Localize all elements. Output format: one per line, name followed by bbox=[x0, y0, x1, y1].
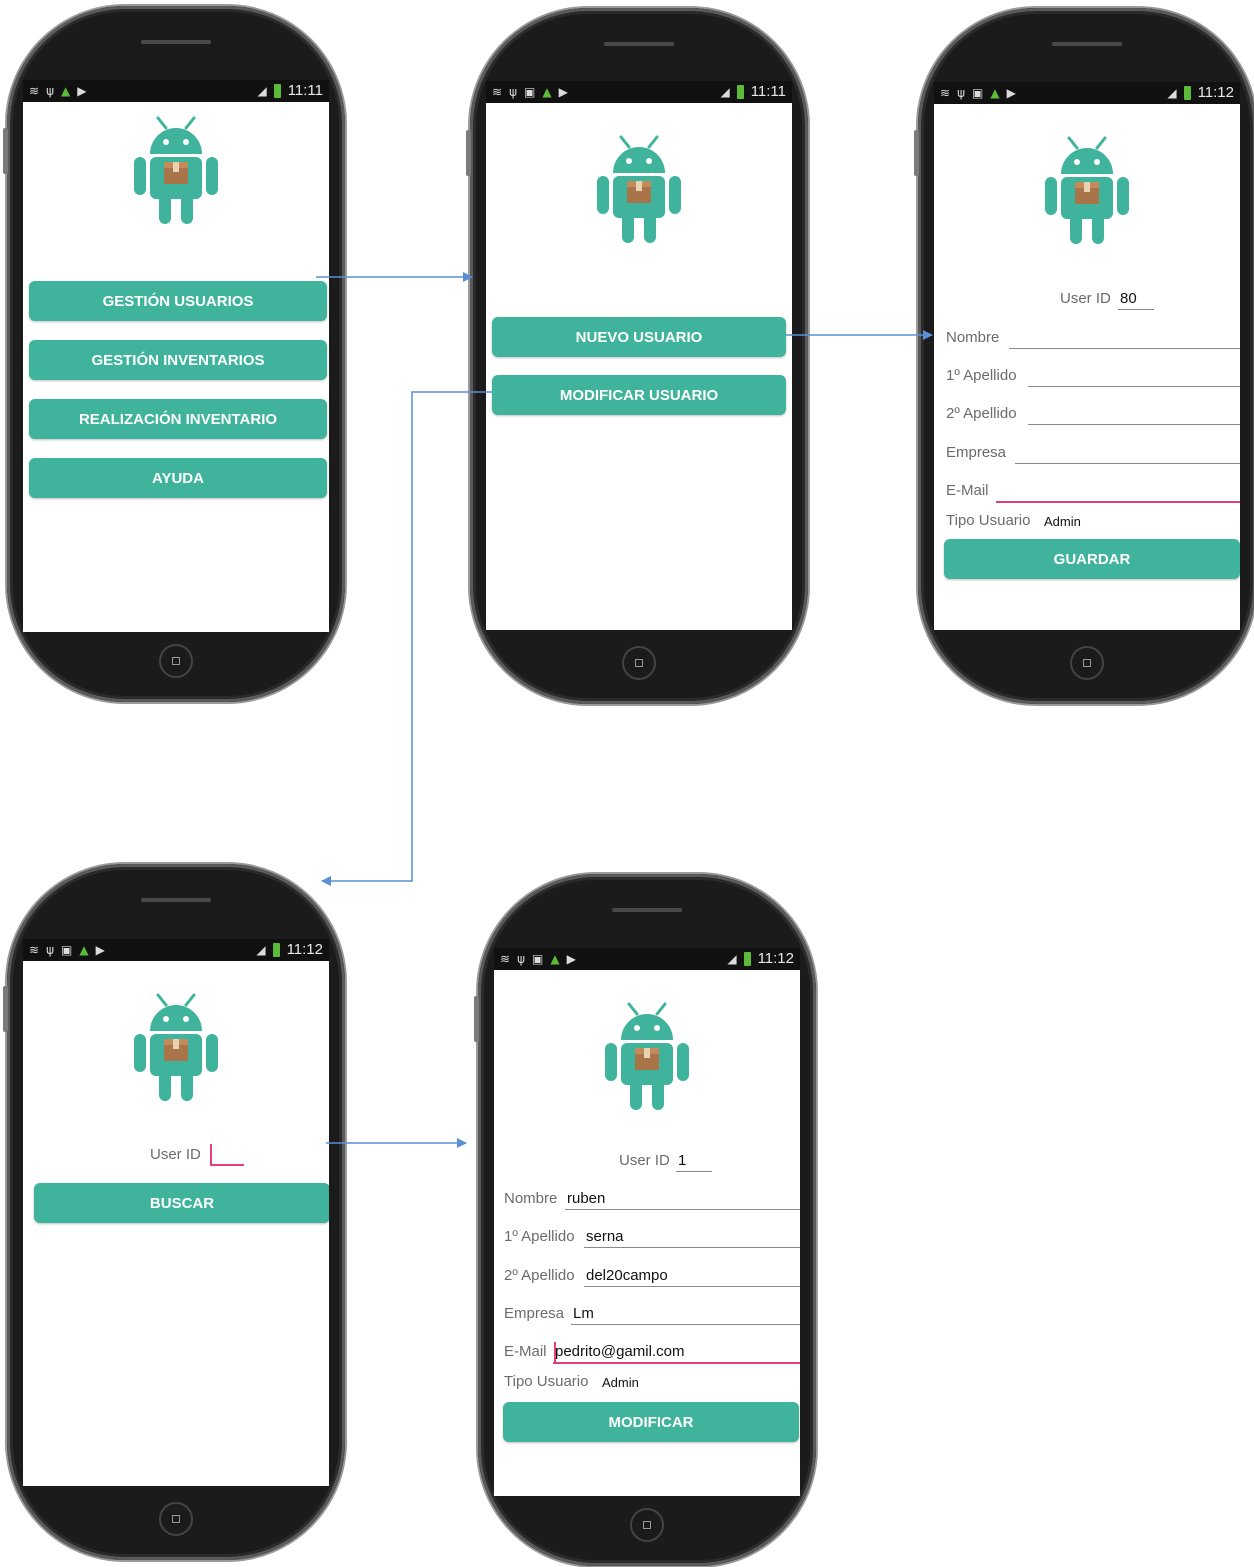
arrow-modificar-to-search bbox=[321, 391, 492, 886]
flow-arrows bbox=[316, 272, 933, 1148]
